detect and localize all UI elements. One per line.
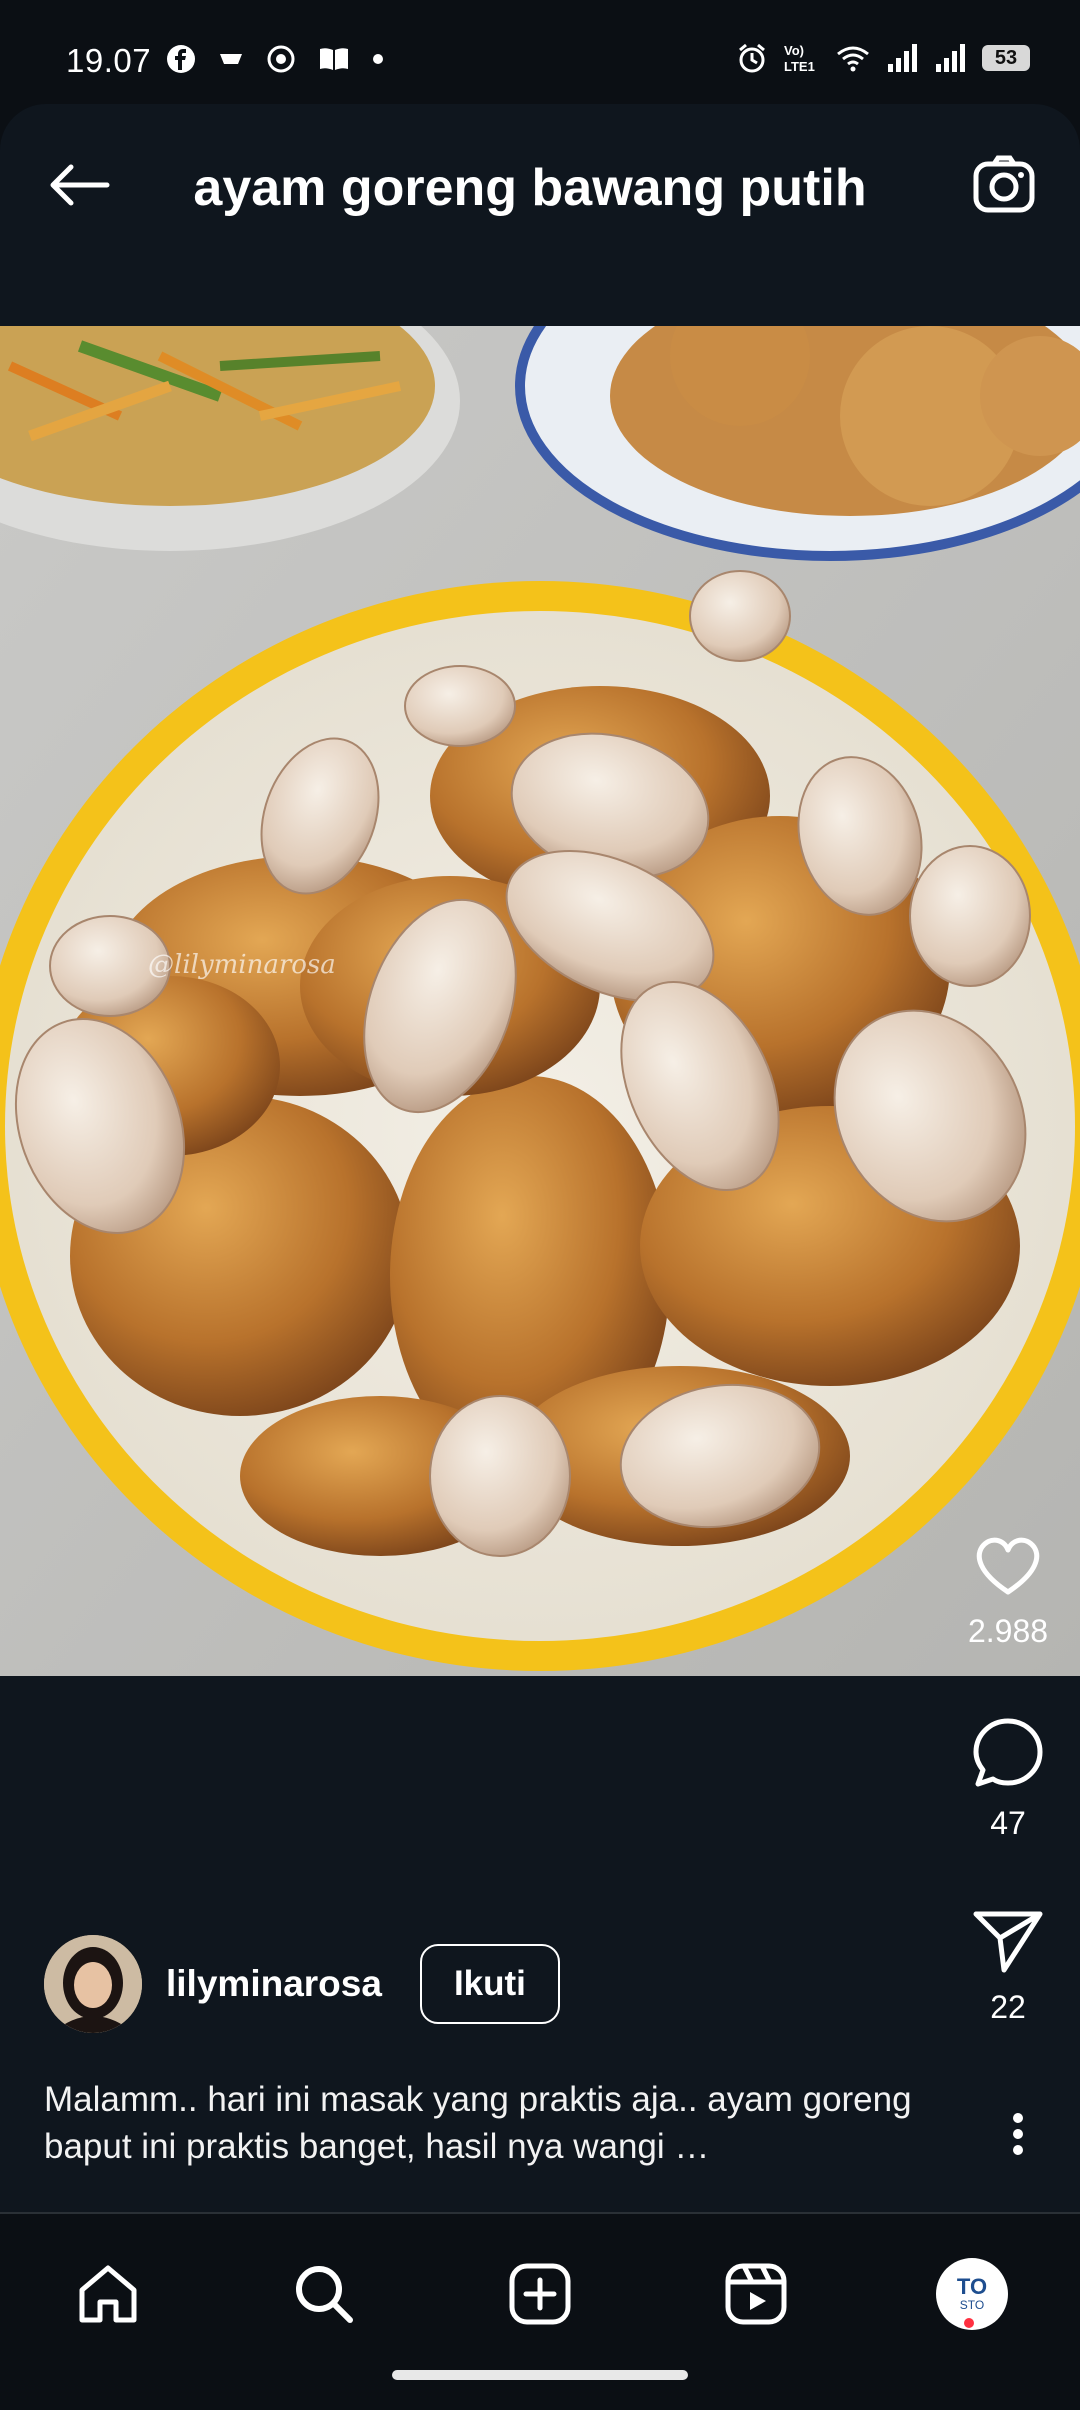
wifi-icon bbox=[837, 46, 869, 72]
target-icon bbox=[267, 45, 295, 73]
arrow-left-icon bbox=[50, 164, 110, 206]
signal-icon bbox=[936, 44, 965, 72]
post-caption[interactable]: Malamm.. hari ini masak yang praktis aja… bbox=[44, 2076, 924, 2170]
nav-create[interactable] bbox=[500, 2254, 580, 2334]
share-action[interactable]: 22 bbox=[960, 1908, 1056, 2026]
signal-icon bbox=[888, 44, 917, 72]
dot-icon bbox=[373, 54, 383, 64]
nav-search[interactable] bbox=[284, 2254, 364, 2334]
alarm-icon bbox=[739, 43, 765, 73]
more-options-button[interactable] bbox=[996, 2104, 1040, 2164]
volte-icon: Vo)LTE1 bbox=[784, 43, 815, 74]
reels-icon bbox=[725, 2263, 787, 2325]
profile-avatar-text: STO bbox=[959, 2298, 985, 2312]
like-count: 2.988 bbox=[967, 1613, 1049, 1649]
author-row: lilyminarosa Ikuti bbox=[44, 1935, 560, 2033]
search-icon bbox=[296, 2266, 353, 2323]
avatar[interactable] bbox=[44, 1935, 142, 2033]
page-title: ayam goreng bawang putih bbox=[193, 159, 867, 217]
send-icon bbox=[973, 1911, 1043, 1973]
image-watermark: @lilyminarosa bbox=[148, 950, 336, 980]
svg-text:Vo): Vo) bbox=[784, 43, 804, 58]
status-left-icons bbox=[166, 44, 384, 74]
gesture-bar[interactable] bbox=[392, 2370, 688, 2380]
post-image[interactable] bbox=[0, 326, 1080, 1676]
more-vertical-icon bbox=[1013, 2113, 1023, 2155]
share-count: 22 bbox=[990, 1989, 1026, 2025]
bottom-navigation: TO STO bbox=[0, 2212, 1080, 2410]
home-icon bbox=[79, 2265, 137, 2323]
comment-action[interactable]: 47 bbox=[960, 1716, 1056, 1842]
status-bar: 19.07 Vo) LTE1 53 bbox=[0, 0, 1080, 120]
follow-button[interactable]: Ikuti bbox=[419, 1944, 560, 2024]
facebook-icon bbox=[167, 45, 195, 73]
comment-icon bbox=[973, 1718, 1043, 1787]
like-action[interactable]: 2.988 bbox=[960, 1534, 1056, 1650]
status-right-icons: Vo) LTE1 53 bbox=[736, 42, 1030, 74]
back-button[interactable] bbox=[44, 150, 114, 220]
battery-indicator: 53 bbox=[982, 45, 1030, 71]
status-time: 19.07 bbox=[66, 42, 152, 79]
notification-dot bbox=[964, 2318, 974, 2328]
svg-text:LTE1: LTE1 bbox=[784, 59, 815, 74]
comment-count: 47 bbox=[990, 1805, 1026, 1841]
camera-icon bbox=[973, 155, 1035, 213]
nav-home[interactable] bbox=[68, 2254, 148, 2334]
book-icon bbox=[320, 48, 348, 70]
camera-button[interactable] bbox=[968, 148, 1040, 220]
post-header: ayam goreng bawang putih bbox=[0, 120, 1080, 250]
plus-square-icon bbox=[509, 2263, 571, 2325]
author-username[interactable]: lilyminarosa bbox=[166, 1963, 382, 2005]
heart-icon bbox=[976, 1537, 1040, 1595]
profile-avatar-logo: TO bbox=[956, 2274, 988, 2299]
nav-reels[interactable] bbox=[716, 2254, 796, 2334]
media-icon bbox=[220, 54, 242, 64]
